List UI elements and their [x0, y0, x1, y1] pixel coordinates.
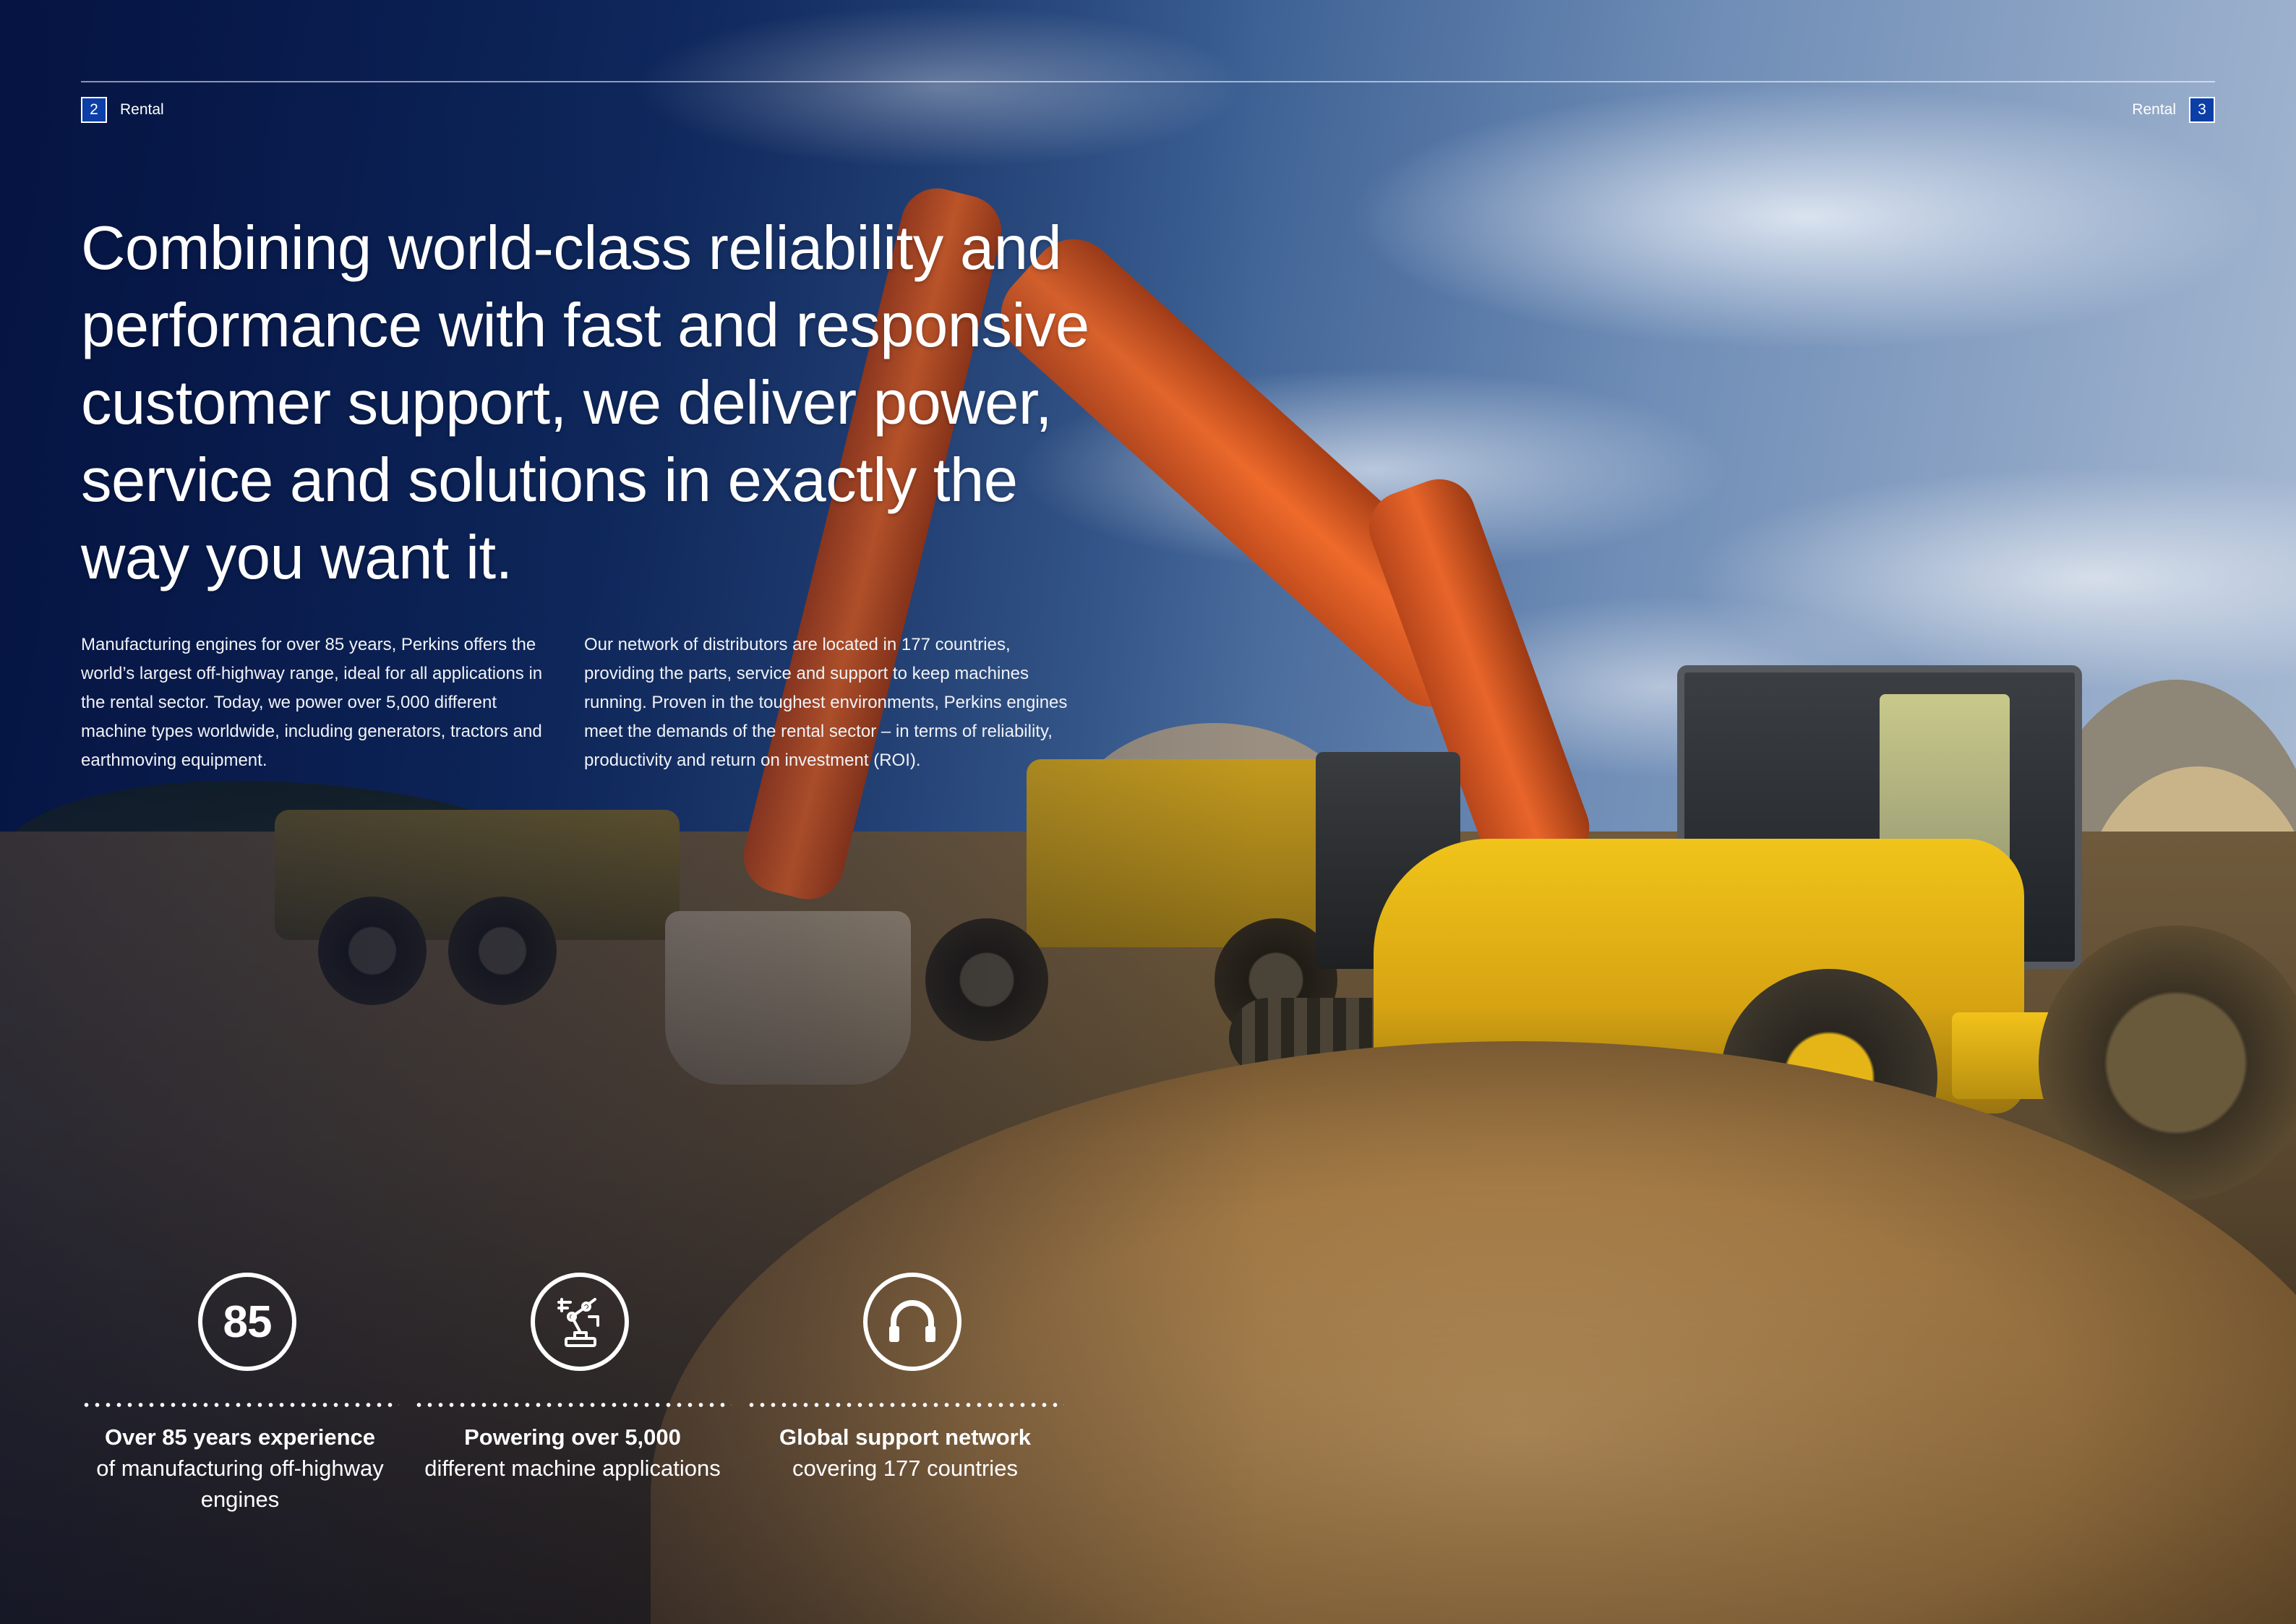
section-label: Rental	[120, 101, 164, 118]
stat-text: Global support network covering 177 coun…	[746, 1422, 1064, 1484]
page-number-badge: 2	[81, 97, 107, 123]
headset-icon	[863, 1273, 961, 1371]
stat-item: 85 Over 85 years experience of manufactu…	[81, 1273, 414, 1515]
stat-description: covering 177 countries	[792, 1456, 1018, 1481]
dotted-divider	[81, 1403, 399, 1407]
dotted-divider	[746, 1403, 1064, 1407]
left-page-tag: 2 Rental	[81, 97, 164, 123]
stat-title: Powering over 5,000	[464, 1424, 681, 1450]
stat-title: Over 85 years experience	[105, 1424, 375, 1450]
stat-description: different machine applications	[424, 1456, 721, 1481]
stat-text: Powering over 5,000 different machine ap…	[414, 1422, 732, 1484]
stat-item: Global support network covering 177 coun…	[746, 1273, 1079, 1515]
body-paragraph: Manufacturing engines for over 85 years,…	[81, 635, 543, 770]
stat-item: Powering over 5,000 different machine ap…	[414, 1273, 746, 1515]
stat-text: Over 85 years experience of manufacturin…	[81, 1422, 399, 1515]
robot-arm-icon	[531, 1273, 629, 1371]
right-page-tag: Rental 3	[2132, 97, 2215, 123]
stats-row: 85 Over 85 years experience of manufactu…	[81, 1273, 1079, 1515]
dotted-divider	[414, 1403, 732, 1407]
number-85-icon: 85	[198, 1273, 296, 1371]
stat-description: of manufacturing off-highway engines	[96, 1456, 384, 1512]
section-label: Rental	[2132, 101, 2176, 118]
page-headline: Combining world-class reliability and pe…	[81, 214, 1089, 592]
stat-title: Global support network	[779, 1424, 1031, 1450]
body-paragraph: Our network of distributors are located …	[584, 635, 1068, 770]
page-number-badge: 3	[2189, 97, 2215, 123]
header-rule	[81, 81, 2215, 82]
stat-icon-number: 85	[223, 1296, 273, 1347]
